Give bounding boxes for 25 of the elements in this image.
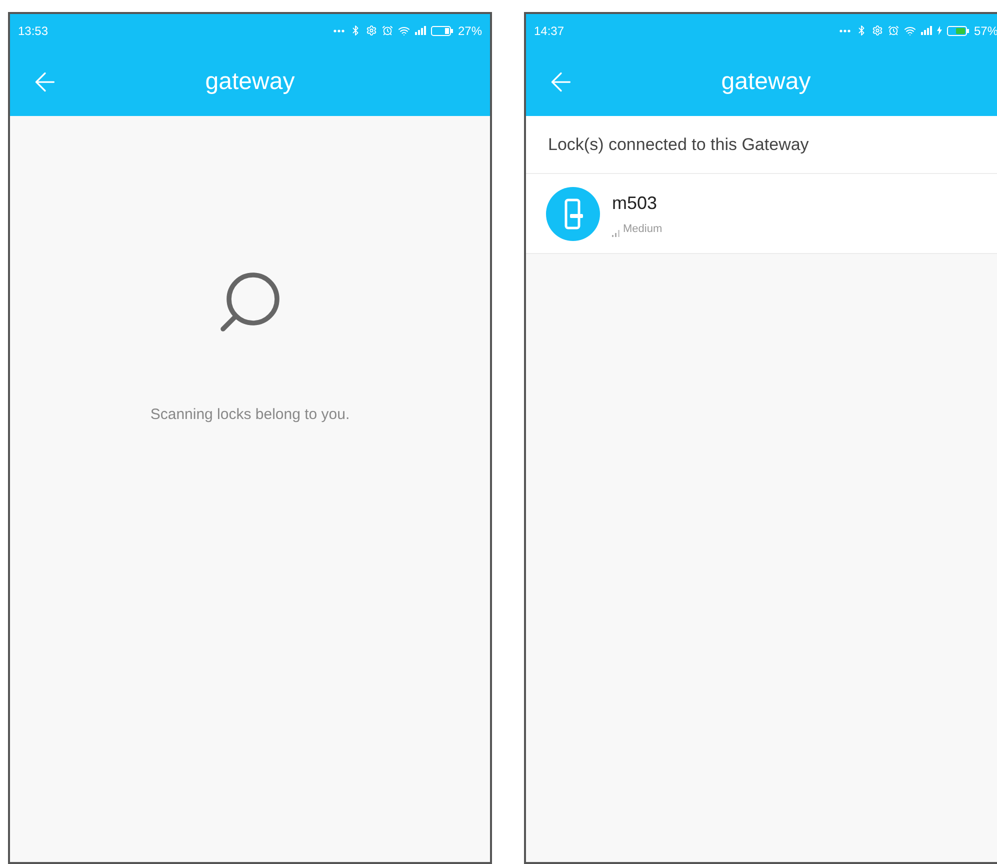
- signal-icon: [920, 26, 932, 35]
- header-title: gateway: [205, 66, 295, 96]
- signal-strength-icon: [612, 230, 620, 238]
- signal-strength: Medium: [623, 222, 662, 237]
- header-title: gateway: [721, 66, 811, 96]
- bluetooth-icon: [350, 25, 361, 36]
- scanning-message: Scanning locks belong to you.: [150, 405, 350, 425]
- wifi-icon: [398, 24, 410, 36]
- status-time: 13:53: [18, 22, 48, 40]
- charging-bolt-icon: [936, 26, 942, 35]
- gear-icon: [366, 25, 377, 36]
- more-dots-icon: [332, 28, 345, 32]
- lock-icon: [546, 186, 600, 240]
- battery-percent: 27%: [458, 22, 482, 40]
- alarm-icon: [888, 25, 899, 36]
- lock-name: m503: [612, 192, 658, 215]
- signal-icon: [414, 26, 426, 35]
- section-title: Lock(s) connected to this Gateway: [548, 134, 809, 156]
- gear-icon: [872, 25, 883, 36]
- lock-list-item[interactable]: m503 Medium: [526, 174, 997, 254]
- alarm-icon: [382, 25, 393, 36]
- bluetooth-icon: [856, 25, 867, 36]
- more-dots-icon: [838, 28, 851, 32]
- wifi-icon: [904, 24, 916, 36]
- status-time: 14:37: [534, 22, 564, 40]
